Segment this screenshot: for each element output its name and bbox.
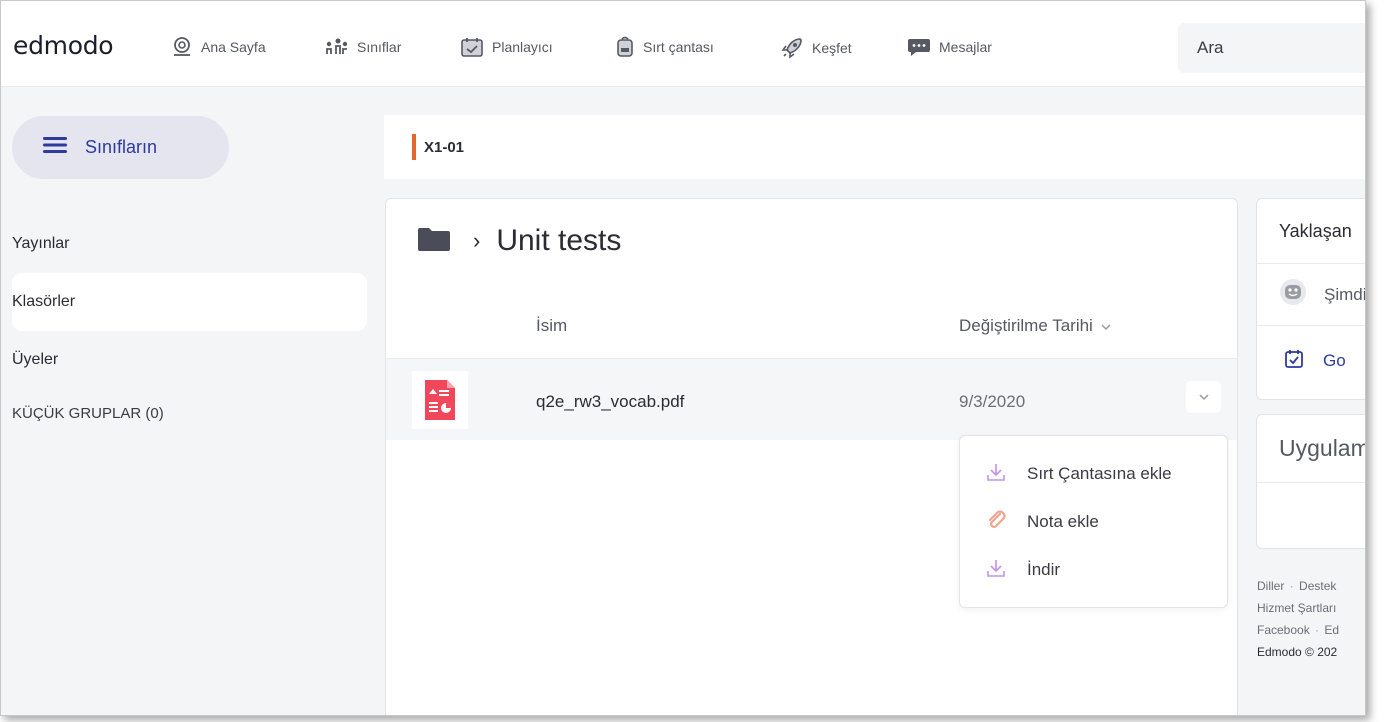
rocket-icon [780,36,804,60]
folder-icon[interactable] [417,226,451,257]
footer-separator: · [1289,579,1294,593]
nav-classes[interactable]: Sınıflar [325,36,401,58]
menu-item-add-to-backpack[interactable]: Sırt Çantasına ekle [960,450,1227,498]
footer-copyright: Edmodo © 202 [1257,645,1338,659]
nav-classes-label: Sınıflar [357,39,402,55]
nav-backpack-label: Sırt çantası [643,39,714,55]
pdf-file-icon [412,371,468,429]
footer-link-facebook[interactable]: Facebook [1257,623,1310,637]
sidebar-item-label: Yayınlar [12,235,70,252]
footer-link-edmodo[interactable]: Ed [1324,623,1339,637]
your-classes-button[interactable]: Sınıfların [12,116,229,179]
file-row[interactable]: q2e_rw3_vocab.pdf 9/3/2020 [386,358,1237,440]
class-sidebar-nav: Yayınlar Klasörler Üyeler KÜÇÜK GRUPLAR … [12,215,367,433]
upcoming-empty-label: Şimdi [1324,284,1366,304]
menu-item-download[interactable]: İndir [960,546,1227,594]
nav-planner[interactable]: Planlayıcı [460,36,553,58]
footer-links: Diller · Destek Hizmet Şartları Facebook… [1257,575,1365,663]
sidebar-item-members[interactable]: Üyeler [12,331,367,389]
classes-icon [325,36,349,58]
messages-icon [907,36,931,58]
nav-discover[interactable]: Keşfet [780,36,852,60]
chevron-right-icon: › [473,228,481,253]
go-to-planner-link[interactable]: Go [1257,326,1365,396]
search-input[interactable] [1178,23,1365,73]
backpack-icon [615,36,635,58]
chevron-down-icon [1100,316,1112,336]
your-classes-label: Sınıfların [85,137,158,157]
chevron-down-icon [1198,388,1210,406]
footer-separator: · [1315,623,1320,637]
nav-backpack[interactable]: Sırt çantası [615,36,714,58]
app-window: edmodo Ana Sayfa Sınıflar Planlayıcı Sır… [0,0,1366,716]
footer-link-terms[interactable]: Hizmet Şartları [1257,597,1365,619]
upcoming-card: Yaklaşan Şimdi Go [1256,198,1366,400]
nav-home-label: Ana Sayfa [201,39,266,55]
planner-icon [460,36,484,58]
file-options-menu: Sırt Çantasına ekle Nota ekle İndir [959,435,1228,608]
footer-link-languages[interactable]: Diller [1257,579,1284,593]
column-header-modified[interactable]: Değiştirilme Tarihi [959,316,1112,336]
home-icon [171,36,193,58]
small-groups-header[interactable]: KÜÇÜK GRUPLAR (0) [12,393,367,433]
sidebar-item-label: Klasörler [12,293,76,310]
smiley-avatar-icon [1279,278,1307,311]
column-header-name[interactable]: İsim [536,316,567,336]
sidebar-item-label: Üyeler [12,351,59,368]
planner-icon [1284,349,1304,374]
sidebar-item-folders[interactable]: Klasörler [12,273,367,331]
sidebar-item-posts[interactable]: Yayınlar [12,215,367,273]
menu-item-add-note[interactable]: Nota ekle [960,498,1227,546]
breadcrumb: › Unit tests [417,224,621,258]
apps-card: Uygulama [1256,414,1365,549]
paperclip-icon [985,509,1007,536]
download-icon [985,557,1007,584]
class-name: X1-01 [424,138,465,156]
go-to-planner-label: Go [1323,351,1346,370]
menu-item-label: Sırt Çantasına ekle [1027,464,1172,483]
menu-item-label: Nota ekle [1027,512,1099,531]
nav-discover-label: Keşfet [812,40,852,56]
edmodo-logo[interactable]: edmodo [13,31,114,60]
download-icon [985,461,1007,488]
nav-planner-label: Planlayıcı [492,39,553,55]
hamburger-menu-icon [42,135,68,160]
folder-title: Unit tests [496,224,622,257]
footer-link-support[interactable]: Destek [1299,579,1336,593]
file-modified-date: 9/3/2020 [959,392,1026,411]
apps-title: Uygulama [1257,415,1365,483]
file-options-button[interactable] [1186,381,1221,413]
column-header-label: İsim [536,316,568,335]
class-header: X1-01 [384,115,1365,179]
menu-item-label: İndir [1027,560,1061,579]
nav-messages[interactable]: Mesajlar [907,36,992,58]
nav-home[interactable]: Ana Sayfa [171,36,266,58]
nav-messages-label: Mesajlar [939,39,992,55]
file-name[interactable]: q2e_rw3_vocab.pdf [536,392,684,412]
upcoming-empty-row: Şimdi [1257,264,1366,326]
upcoming-title: Yaklaşan [1257,199,1365,264]
top-navigation: edmodo Ana Sayfa Sınıflar Planlayıcı Sır… [1,1,1365,87]
column-header-label: Değiştirilme Tarihi [959,316,1093,335]
class-color-accent [412,134,416,160]
